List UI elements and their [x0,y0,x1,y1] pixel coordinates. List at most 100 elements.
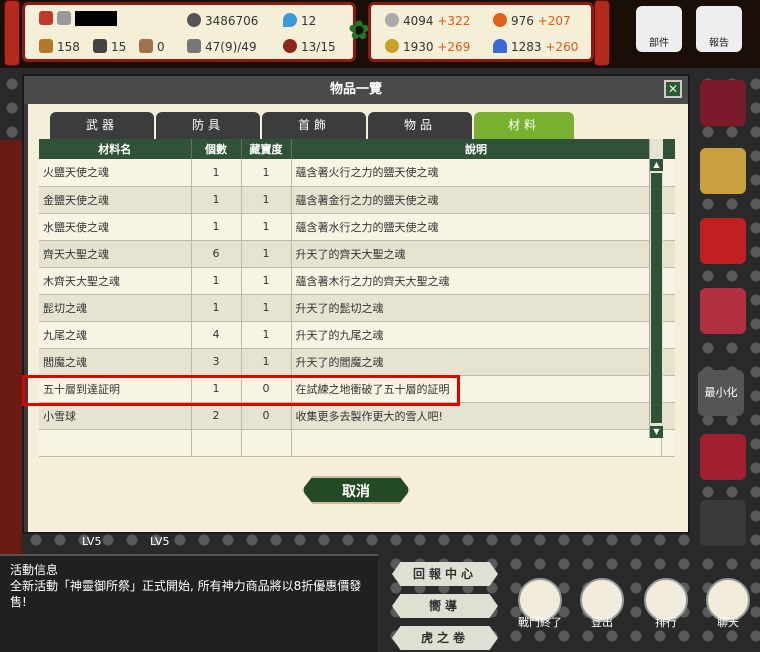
face-icon [283,39,297,53]
lock-icon [57,11,71,25]
tab-materials[interactable]: 材料 [474,112,574,139]
table-row[interactable]: 九尾之魂 4 1 升天了的九尾之魂 [39,321,675,349]
cell-name: 五十層到達証明 [39,375,192,403]
cell-count: 1 [191,213,242,241]
cell-count: 3 [191,348,242,376]
close-button[interactable]: ✕ [664,80,682,98]
cell-treasure: 0 [241,402,292,430]
cell-desc: 蘊含著金行之力的鹽天使之魂 [291,186,662,214]
resource-2-value: 976 [511,14,534,28]
gift-icon[interactable] [700,434,746,480]
cell-treasure: 1 [241,159,292,187]
cell-count: 1 [191,186,242,214]
coin-stat: 3486706 [205,14,259,28]
col-header-name: 材料名 [39,139,192,159]
cell-count [191,429,242,457]
resource-4-value: 1283 [511,40,542,54]
cell-desc: 升天了的閻魔之魂 [291,348,662,376]
player-name-redacted [75,11,117,26]
news-text: 全新活動「神靈御所祭」正式開始, 所有神力商品將以8折優惠價發售! [10,579,362,609]
tab-accessories[interactable]: 首飾 [262,112,366,139]
cell-count: 1 [191,159,242,187]
chat-label: 聊天 [717,616,739,629]
cell-name: 金鹽天使之魂 [39,186,192,214]
scroll-down-icon[interactable]: ▼ [650,426,663,438]
scroll-icon [139,39,153,53]
minimize-button[interactable]: 最小化 [698,370,744,416]
gold-icon [385,39,399,53]
resource-2-plus: +207 [537,14,571,28]
cell-treasure: 1 [241,267,292,295]
tab-items[interactable]: 物品 [368,112,472,139]
resource-scroll: 4094 +322 976 +207 1930 +269 1283 +260 [368,2,594,62]
cell-treasure: 1 [241,240,292,268]
cell-name: 齊天大聖之魂 [39,240,192,268]
table-row[interactable]: 金鹽天使之魂 1 1 蘊含著金行之力的鹽天使之魂 [39,186,675,214]
scroll-stat: 0 [157,40,165,54]
fire-icon [493,13,507,27]
cell-name: 水鹽天使之魂 [39,213,192,241]
cell-treasure: 0 [241,375,292,403]
cell-desc: 收集更多去製作更大的雪人吧! [291,402,662,430]
col-header-count: 個數 [191,139,242,159]
tiger-scroll-button[interactable]: 虎之卷 [392,626,498,650]
report-label: 報告 [709,38,729,49]
character-icon[interactable] [700,80,746,126]
coin-icon [187,13,201,27]
news-title: 活動信息 [10,563,59,577]
scroll-tool-icon[interactable] [700,288,746,334]
cell-name [39,429,192,457]
table-row[interactable]: 齊天大聖之魂 6 1 升天了的齊天大聖之魂 [39,240,675,268]
cell-name: 火鹽天使之魂 [39,159,192,187]
box-icon[interactable] [700,500,746,546]
guide-button[interactable]: 嚮導 [392,594,498,618]
parts-button[interactable]: 部件 [636,6,682,52]
panel-title: 物品一覽 [24,76,688,104]
cell-treasure [241,429,292,457]
resource-3-plus: +269 [437,40,471,54]
col-header-desc: 說明 [291,139,662,159]
cell-treasure: 1 [241,213,292,241]
table-row[interactable]: 五十層到達証明 1 0 在試練之地衝破了五十層的証明 [39,375,675,403]
table-row[interactable]: 水鹽天使之魂 1 1 蘊含著水行之力的鹽天使之魂 [39,213,675,241]
parts-label: 部件 [649,38,669,49]
resource-1-plus: +322 [437,14,471,28]
cell-desc: 升天了的髭切之魂 [291,294,662,322]
player-stats-scroll: 3486706 12 158 15 0 47(9)/49 13/15 [22,2,356,62]
report-button[interactable]: 報告 [696,6,742,52]
table-row[interactable]: 火鹽天使之魂 1 1 蘊含著火行之力的鹽天使之魂 [39,159,675,187]
report-center-button[interactable]: 回報中心 [392,562,498,586]
cell-desc: 升天了的九尾之魂 [291,321,662,349]
face-stat: 13/15 [301,40,336,54]
scroll-thumb[interactable] [651,173,662,423]
resource-4-plus: +260 [545,40,579,54]
tab-armor[interactable]: 防具 [156,112,260,139]
cell-name: 木齊天大聖之魂 [39,267,192,295]
table-row[interactable]: 髭切之魂 1 1 升天了的髭切之魂 [39,294,675,322]
cell-name: 閻魔之魂 [39,348,192,376]
cell-treasure: 1 [241,186,292,214]
table-row[interactable] [39,429,675,457]
quill-stat: 47(9)/49 [205,40,257,54]
cell-treasure: 1 [241,348,292,376]
table-scrollbar[interactable]: ▲ ▼ [649,139,663,438]
col-header-treasure: 藏寶度 [241,139,292,159]
scroll-up-icon[interactable]: ▲ [650,159,663,171]
scroll-rod-left [4,0,20,66]
cell-desc [291,429,662,457]
drop-icon [283,13,297,27]
cell-count: 1 [191,375,242,403]
table-row[interactable]: 閻魔之魂 3 1 升天了的閻魔之魂 [39,348,675,376]
ranking-label: 排行 [655,616,677,629]
table-row[interactable]: 小雪球 2 0 收集更多去製作更大的雪人吧! [39,402,675,430]
card-icon [39,11,53,25]
water-resource-icon [493,39,507,53]
cancel-button[interactable]: 取消 [302,476,410,504]
minimize-label: 最小化 [704,386,738,399]
cross-icon[interactable] [700,218,746,264]
cell-count: 1 [191,294,242,322]
hammer-icon[interactable] [700,148,746,194]
water-stat: 12 [301,14,317,28]
table-row[interactable]: 木齊天大聖之魂 1 1 蘊含著木行之力的齊天大聖之魂 [39,267,675,295]
tab-weapons[interactable]: 武器 [50,112,154,139]
